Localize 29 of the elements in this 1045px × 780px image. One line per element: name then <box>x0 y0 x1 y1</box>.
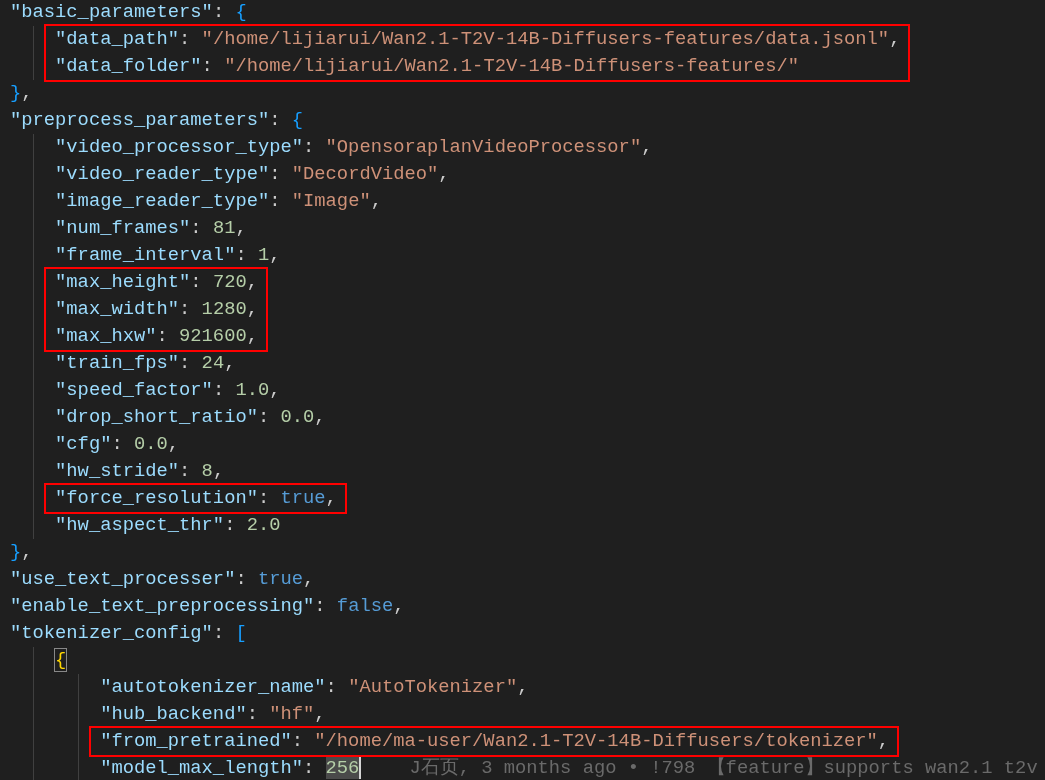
code-line: "preprocess_parameters": { <box>10 108 305 133</box>
code-line: "tokenizer_config": [ <box>10 621 248 646</box>
code-line: }, <box>10 540 34 565</box>
code-line: "autotokenizer_name": "AutoTokenizer", <box>100 675 530 700</box>
code-line: "max_hxw": 921600, <box>55 324 258 349</box>
code-line: "cfg": 0.0, <box>55 432 181 457</box>
code-line: "video_processor_type": "OpensoraplanVideoProcessor", <box>55 135 653 160</box>
code-line: { <box>55 648 68 673</box>
code-line: "video_reader_type": "DecordVideo", <box>55 162 451 187</box>
code-line: "drop_short_ratio": 0.0, <box>55 405 327 430</box>
code-line: "train_fps": 24, <box>55 351 237 376</box>
code-line: "hub_backend": "hf", <box>100 702 327 727</box>
code-line: "data_folder": "/home/lijiarui/Wan2.1-T2V-14B-Diffusers-features/" <box>55 54 800 79</box>
code-line: "data_path": "/home/lijiarui/Wan2.1-T2V-14B-Diffusers-features/data.jsonl", <box>55 27 901 52</box>
code-line: "max_height": 720, <box>55 270 258 295</box>
code-line: "hw_stride": 8, <box>55 459 226 484</box>
code-line: "max_width": 1280, <box>55 297 258 322</box>
code-line: "speed_factor": 1.0, <box>55 378 282 403</box>
code-line: "image_reader_type": "Image", <box>55 189 383 214</box>
code-line: }, <box>10 81 34 106</box>
code-line: "force_resolution": true, <box>55 486 337 511</box>
code-line: "use_text_processer": true, <box>10 567 316 592</box>
code-line: "num_frames": 81, <box>55 216 248 241</box>
code-line: "frame_interval": 1, <box>55 243 282 268</box>
code-line: "hw_aspect_thr": 2.0 <box>55 513 282 538</box>
code-line: "from_pretrained": "/home/ma-user/Wan2.1-T2V-14B-Diffusers/tokenizer", <box>100 729 890 754</box>
code-line: "basic_parameters": { <box>10 0 248 25</box>
code-line: "enable_text_preprocessing": false, <box>10 594 406 619</box>
code-line: "model_max_length": 256 J石页, 3 months ago • !798 【feature】supports wan2.1 t2v <box>100 756 1038 780</box>
